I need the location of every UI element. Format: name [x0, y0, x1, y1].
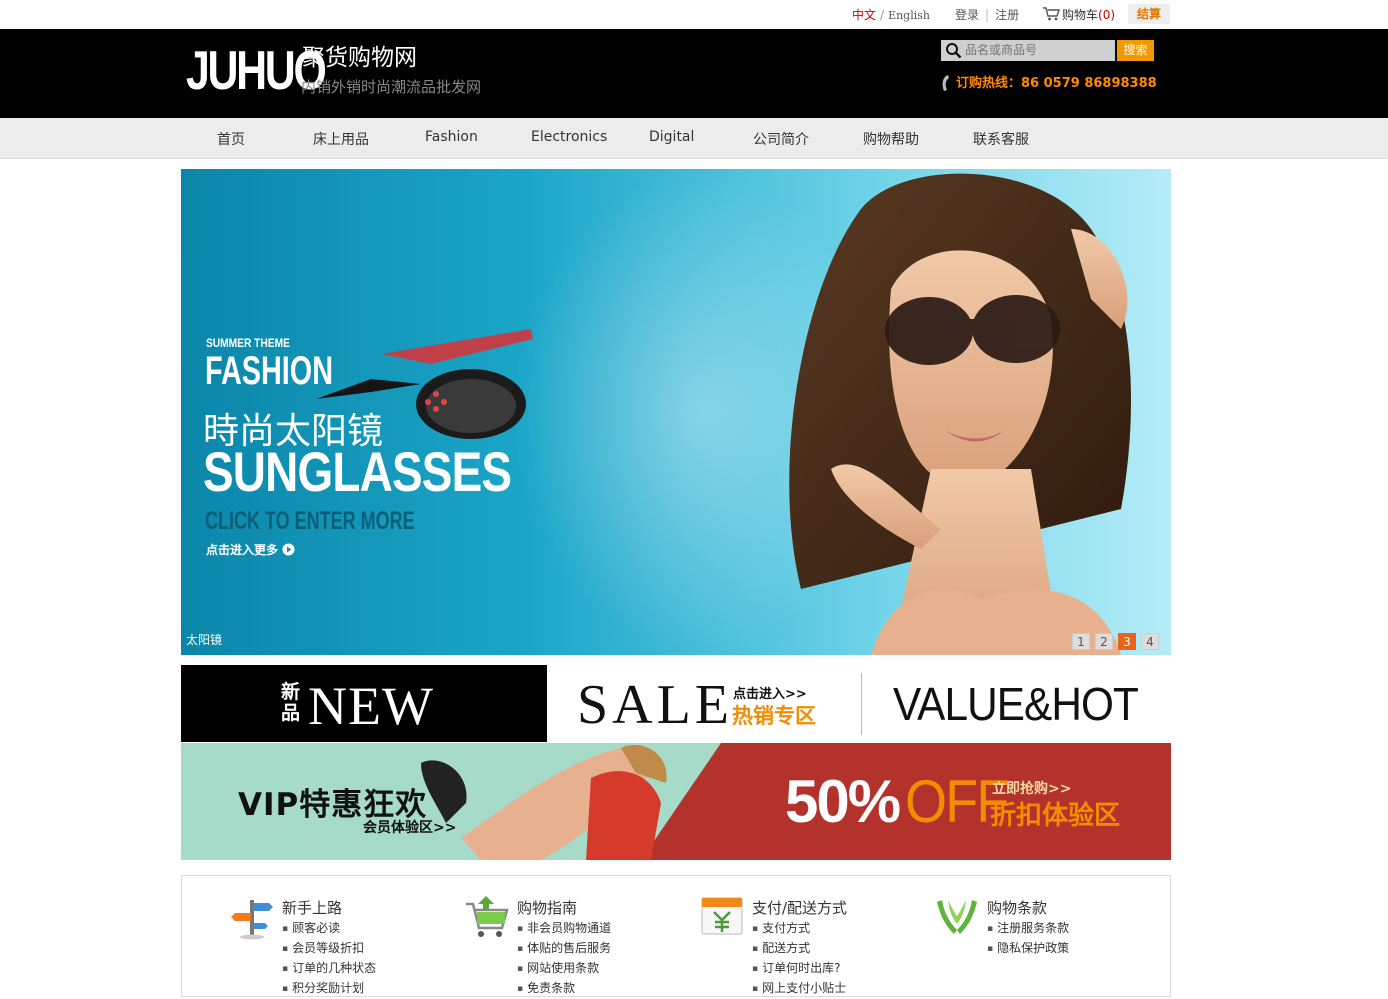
help-link-list: 非会员购物通道 体贴的售后服务 网站使用条款 免责条款 [517, 918, 611, 998]
account-divider: | [985, 8, 990, 22]
help-link[interactable]: 隐私保护政策 [987, 938, 1069, 958]
help-link[interactable]: 订单何时出库? [752, 958, 846, 978]
language-switcher: 中文 / English [852, 6, 930, 23]
nav-item-contact[interactable]: 联系客服 [973, 129, 1029, 149]
nav-item-about[interactable]: 公司简介 [753, 129, 809, 149]
nav-item-bedding[interactable]: 床上用品 [313, 129, 369, 149]
help-footer: 新手上路 顾客必读 会员等级折扣 订单的几种状态 积分奖励计划 购物指南 非会员… [181, 875, 1171, 997]
help-link[interactable]: 网站使用条款 [517, 958, 611, 978]
nav-item-help[interactable]: 购物帮助 [863, 129, 919, 149]
promo-divider [861, 673, 862, 735]
banner-sunglasses-heading: SUNGLASSES [203, 440, 512, 503]
help-link-list: 顾客必读 会员等级折扣 订单的几种状态 积分奖励计划 [282, 918, 376, 998]
logo-tagline: 内销外销时尚潮流品批发网 [301, 78, 482, 96]
search-icon [946, 43, 962, 59]
slide-pager: 1234 [1072, 631, 1164, 650]
vip-percent: 50% [785, 768, 901, 835]
phone-icon [942, 75, 949, 91]
top-utility-bar: 中文 / English 登录 | 注册 购物车(0) 结算 [0, 0, 1388, 29]
nav-item-fashion[interactable]: Fashion [425, 129, 478, 145]
slide-pager-3[interactable]: 3 [1118, 633, 1136, 650]
nav-item-home[interactable]: 首页 [217, 129, 245, 149]
signpost-icon [231, 900, 273, 940]
help-column-title: 新手上路 [282, 899, 343, 917]
site-header: JUHUO 聚货购物网 内销外销时尚潮流品批发网 搜索 订购热线：86 0579… [0, 29, 1388, 118]
help-link[interactable]: 积分奖励计划 [282, 978, 376, 998]
promo-strip: 新品 NEW SALE 点击进入>> 热销专区 VALUE&HOT [181, 665, 1171, 742]
help-link[interactable]: 顾客必读 [282, 918, 376, 938]
slide-pager-4[interactable]: 4 [1141, 633, 1159, 650]
search-button[interactable]: 搜索 [1117, 40, 1154, 61]
order-hotline: 订购热线：86 0579 86898388 [940, 72, 1157, 93]
lang-english-link[interactable]: English [888, 9, 930, 22]
nav-item-digital[interactable]: Digital [649, 129, 694, 145]
cart-icon [466, 896, 509, 937]
banner-enter-more-link[interactable]: 点击进入更多 [206, 541, 295, 558]
login-link[interactable]: 登录 [955, 8, 979, 22]
account-links: 登录 | 注册 [955, 6, 1019, 23]
nav-item-electronics[interactable]: Electronics [531, 129, 607, 145]
banner-summer-theme: SUMMER THEME [206, 336, 290, 350]
search-input[interactable] [965, 42, 1110, 58]
help-column-title: 支付/配送方式 [752, 899, 848, 917]
cart-link[interactable]: 购物车(0) [1043, 6, 1115, 23]
help-link[interactable]: 会员等级折扣 [282, 938, 376, 958]
help-column-title: 购物条款 [987, 899, 1048, 917]
lang-separator: / [880, 8, 885, 22]
slide-pager-2[interactable]: 2 [1095, 633, 1113, 650]
slide-pager-1[interactable]: 1 [1072, 633, 1090, 650]
cart-label: 购物车 [1062, 8, 1099, 22]
cart-icon [1043, 7, 1060, 21]
vip-subtitle: 会员体验区>> [363, 820, 457, 836]
hero-banner[interactable]: SUMMER THEME FASHION 時尚太阳镜 SUNGLASSES CL… [181, 169, 1171, 655]
search-box [941, 40, 1115, 61]
checkout-button[interactable]: 结算 [1128, 4, 1170, 24]
value-hot-banner[interactable]: VALUE&HOT [893, 677, 1139, 731]
vip-discount-banner[interactable]: VIP特惠狂欢 会员体验区>> 50% OFF 立即抢购>> 折扣体验区 [181, 743, 1171, 860]
banner-enter-more-text: 点击进入更多 [206, 543, 279, 557]
sale-label: SALE [577, 674, 733, 736]
banner-click-more: CLICK TO ENTER MORE [205, 507, 415, 535]
main-navigation: 首页 床上用品 Fashion Electronics Digital 公司简介… [0, 118, 1388, 159]
model-photo [789, 173, 1131, 655]
register-link[interactable]: 注册 [995, 8, 1019, 22]
help-link[interactable]: 注册服务条款 [987, 918, 1069, 938]
cart-count: (0) [1098, 8, 1116, 22]
play-circle-icon [282, 543, 295, 556]
help-link[interactable]: 体贴的售后服务 [517, 938, 611, 958]
banner-caption: 太阳镜 [186, 633, 223, 647]
help-link-list: 支付方式 配送方式 订单何时出库? 网上支付小贴士 [752, 918, 846, 998]
help-link-list: 注册服务条款 隐私保护政策 [987, 918, 1069, 958]
hotline-text: 订购热线：86 0579 86898388 [956, 76, 1157, 91]
vip-discount-zone: 折扣体验区 [990, 801, 1121, 831]
hands-icon [937, 900, 977, 934]
logo-chinese-name: 聚货购物网 [302, 45, 417, 71]
help-link[interactable]: 支付方式 [752, 918, 846, 938]
help-column-title: 购物指南 [517, 899, 578, 917]
help-link[interactable]: 配送方式 [752, 938, 846, 958]
new-products-banner[interactable]: 新品 NEW [181, 665, 547, 742]
help-link[interactable]: 订单的几种状态 [282, 958, 376, 978]
help-link[interactable]: 非会员购物通道 [517, 918, 611, 938]
help-link[interactable]: 网上支付小贴士 [752, 978, 846, 998]
help-link[interactable]: 免责条款 [517, 978, 611, 998]
lang-chinese-link[interactable]: 中文 [852, 8, 876, 22]
new-en-label: NEW [308, 676, 434, 736]
sale-hot-label: 热销专区 [732, 704, 816, 728]
payment-icon [701, 897, 743, 935]
new-cn-label: 新品 [281, 681, 301, 724]
banner-fashion-heading: FASHION [205, 349, 334, 393]
